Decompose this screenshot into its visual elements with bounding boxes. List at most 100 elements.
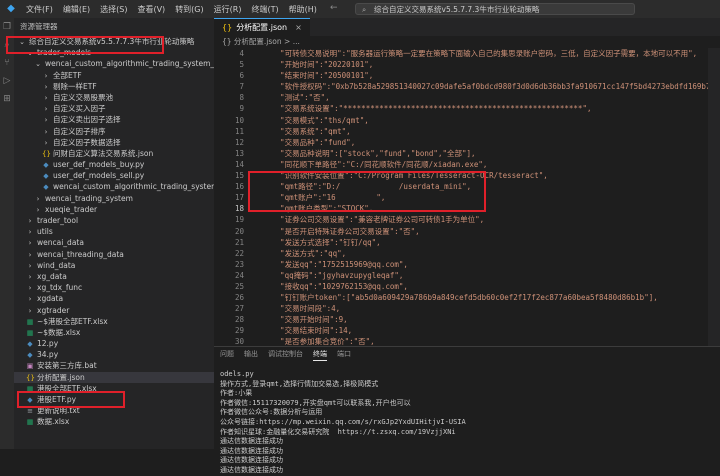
code-line[interactable]: 27 "交易时间段":4, <box>214 303 720 314</box>
code-line[interactable]: 6 "结束时间":"20500101", <box>214 70 720 81</box>
tree-item[interactable]: ▣ 安装第三方库.bat <box>14 360 214 371</box>
code-line[interactable]: 25 "接收qq":"1029762153@qq.com", <box>214 281 720 292</box>
tree-item-label: xgtrader <box>37 305 70 315</box>
tree-item[interactable]: ◆ 34.py <box>14 349 214 360</box>
tree-item-label: xg_data <box>37 271 67 281</box>
minimap[interactable] <box>708 48 720 348</box>
tree-item[interactable]: ▦ ~$数据.xlsx <box>14 327 214 338</box>
line-number: 4 <box>239 49 244 58</box>
tree-item[interactable]: ▦ 数据.xlsx <box>14 416 214 427</box>
command-center-search[interactable]: ⌕ 综合自定义交易系统v5.5.7.7.3牛市行业轮动策略 <box>355 3 635 15</box>
tree-item[interactable]: {} 分析配置.json <box>14 371 214 383</box>
panel-tab[interactable]: 输出 <box>244 349 258 360</box>
nav-arrows: ← <box>330 3 346 13</box>
code-text: "钉钉账户token":["ab5d0a609429a786b9a849cefd… <box>262 293 658 303</box>
code-line[interactable]: 13 "交易品种说明":["stock","fund","bond","全部"]… <box>214 148 720 159</box>
tab-analysis-config[interactable]: {} 分析配置.json × <box>214 18 310 36</box>
tree-item[interactable]: › xgtrader <box>14 305 214 316</box>
code-line[interactable]: 8 "测试":"否", <box>214 92 720 103</box>
tree-item[interactable]: › 自定义买入因子 <box>14 103 214 114</box>
close-icon[interactable]: × <box>295 23 302 32</box>
code-line[interactable]: 26 "钉钉账户token":["ab5d0a609429a786b9a849c… <box>214 292 720 303</box>
highlight-box-qmt-settings <box>248 171 486 212</box>
breadcrumb[interactable]: {} 分析配置.json > ... <box>214 36 720 48</box>
tree-item[interactable]: › wencai_threading_data <box>14 249 214 260</box>
code-text: "软件授权码":"0xb7b528a529851340027c09dafe5af… <box>280 82 720 92</box>
code-text: "发送方式选择":"钉钉/qq", <box>262 237 381 247</box>
menu-item[interactable]: 终端(T) <box>246 4 283 15</box>
code-line[interactable]: 14 "同花顺下单路径":"C:/同花顺软件/同花顺/xiadan.exe", <box>214 159 720 170</box>
code-text: "交易系统设置":"******************************… <box>262 104 592 114</box>
tree-item-label: user_def_models_sell.py <box>53 171 145 181</box>
code-line[interactable]: 10 "交易模式":"ths/qmt", <box>214 115 720 126</box>
terminal-output[interactable]: odels.py 操作方式,登录qmt,选择行情加交易选,择极简模式 作者:小果 作者… <box>214 362 720 476</box>
tree-item[interactable]: › 全部ETF <box>14 70 214 81</box>
code-line[interactable]: 22 "发送方式":"qq", <box>214 248 720 259</box>
tree-item[interactable]: › 自定义卖出因子选择 <box>14 114 214 125</box>
code-line[interactable]: 19 "证券公司交易设置":"兼容老牌证券公司可转债1手为单位", <box>214 214 720 225</box>
tree-item[interactable]: › 自定义交易股票池 <box>14 92 214 103</box>
code-line[interactable]: 24 "qq掩码":"jgyhavzupygleqaf", <box>214 270 720 281</box>
tree-item-label: xueqie_trader <box>45 204 98 214</box>
run-debug-icon[interactable]: ▷ <box>0 72 14 90</box>
bottom-panel: 问题 输出 调试控制台 终端 端口 odels.py 操作方式,登录qmt,选择行情加交易… <box>214 346 720 474</box>
code-text: "交易系统":"qmt", <box>262 126 351 136</box>
code-line[interactable]: 23 "发送qq":"1752515969@qq.com", <box>214 259 720 270</box>
code-line[interactable]: 11 "交易系统":"qmt", <box>214 126 720 137</box>
code-line[interactable]: 12 "交易品种":"fund", <box>214 137 720 148</box>
tree-item[interactable]: ◆ user_def_models_buy.py <box>14 159 214 170</box>
tree-item[interactable]: ◆ wencai_custom_algorithmic_trading_syste… <box>14 181 214 192</box>
code-line[interactable]: 20 "是否开启特殊证券公司交易设置":"否", <box>214 226 720 237</box>
tree-item[interactable]: ◆ user_def_models_sell.py <box>14 170 214 181</box>
panel-tab[interactable]: 端口 <box>337 349 351 360</box>
tree-item[interactable]: › xueqie_trader <box>14 204 214 215</box>
code-line[interactable]: 21 "发送方式选择":"钉钉/qq", <box>214 237 720 248</box>
tree-item[interactable]: › xgdata <box>14 293 214 304</box>
tree-item[interactable]: › 剔除一样ETF <box>14 81 214 92</box>
source-control-icon[interactable]: ⑂ <box>0 54 14 72</box>
tree-item-label: 自定义交易股票池 <box>53 92 113 102</box>
line-number: 5 <box>239 60 244 70</box>
terminal-line: 公众号链接:https://mp.weixin.qq.com/s/rxGJp2Y… <box>220 417 466 426</box>
explorer-icon[interactable]: ❐ <box>0 18 14 36</box>
explorer-sidebar: 资源管理器 ⌄ 综合自定义交易系统v5.5.7.7.3牛市行业轮动策略 ⌄ trade… <box>14 18 214 449</box>
menu-item[interactable]: 选择(S) <box>95 4 132 15</box>
menu-item[interactable]: 文件(F) <box>21 4 58 15</box>
tree-item-label: wencai_data <box>37 238 84 248</box>
title-bar: ◆ 文件(F) 编辑(E) 选择(S) 查看(V) 转到(G) 运行(R) 终端(T) 帮助(… <box>0 0 720 18</box>
tree-item[interactable]: › wencai_trading_system <box>14 193 214 204</box>
code-line[interactable]: 5 "开始时间":"20220101", <box>214 59 720 70</box>
tree-item[interactable]: › wind_data <box>14 260 214 271</box>
tree-item-label: 安装第三方库.bat <box>37 361 97 371</box>
menu-item[interactable]: 编辑(E) <box>58 4 95 15</box>
tree-item[interactable]: › xg_tdx_func <box>14 282 214 293</box>
tree-item[interactable]: › 自定义因子排序 <box>14 126 214 137</box>
code-line[interactable]: 7 "软件授权码":"0xb7b528a529851340027c09dafe5… <box>214 81 720 92</box>
line-number: 27 <box>234 304 244 314</box>
menu-item[interactable]: 查看(V) <box>132 4 170 15</box>
panel-tab[interactable]: 终端 <box>313 349 327 361</box>
menu-item[interactable]: 帮助(H) <box>284 4 322 15</box>
menu-item[interactable]: 运行(R) <box>209 4 247 15</box>
extensions-icon[interactable]: ⊞ <box>0 90 14 108</box>
tree-item[interactable]: ⌄ wencai_custom_algorithmic_trading_syste… <box>14 58 214 69</box>
tree-item-label: wind_data <box>37 260 76 270</box>
code-text: "qq掩码":"jgyhavzupygleqaf", <box>262 270 404 280</box>
code-line[interactable]: 9 "交易系统设置":"****************************… <box>214 103 720 114</box>
panel-tab[interactable]: 问题 <box>220 349 234 360</box>
code-line[interactable]: 4 "可转债交易说明":"服务器运行策略一定要在策略下面输入自己的集思录账户密码… <box>214 48 720 59</box>
tree-item[interactable]: {} 问财自定义算法交易系统.json <box>14 148 214 159</box>
tree-item[interactable]: › trader_tool <box>14 215 214 226</box>
back-arrow-icon[interactable]: ← <box>330 3 338 13</box>
tree-item[interactable]: › 自定义因子数据选择 <box>14 137 214 148</box>
tree-item[interactable]: › xg_data <box>14 271 214 282</box>
menu-item[interactable]: 转到(G) <box>170 4 208 15</box>
tree-item[interactable]: › utils <box>14 226 214 237</box>
terminal-line: 通达信数据连接成功 <box>220 456 283 465</box>
code-line[interactable]: 28 "交易开始时间":9, <box>214 314 720 325</box>
panel-tab[interactable]: 调试控制台 <box>268 349 303 360</box>
code-line[interactable]: 29 "交易结束时间":14, <box>214 325 720 336</box>
tree-item[interactable]: › wencai_data <box>14 237 214 248</box>
tree-item[interactable]: ◆ 12.py <box>14 338 214 349</box>
tree-item[interactable]: ▦ ~$港股全部ETF.xlsx <box>14 316 214 327</box>
